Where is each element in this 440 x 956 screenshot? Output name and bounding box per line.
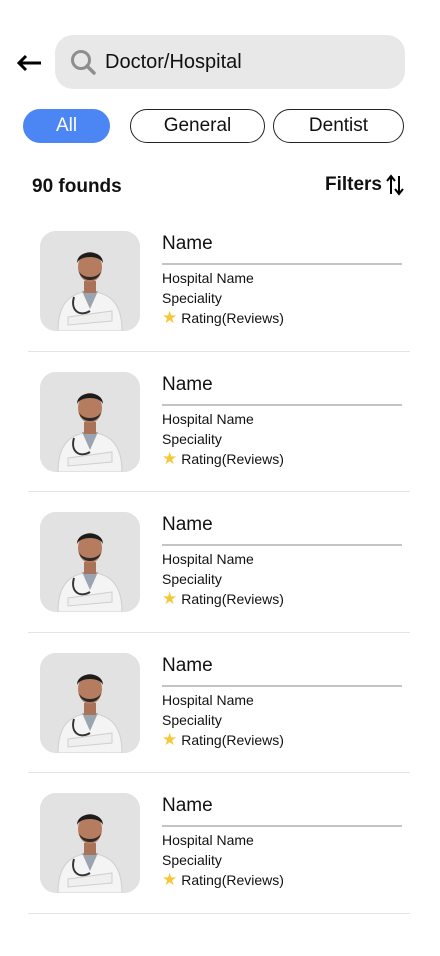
filters-label: Filters [324, 174, 382, 195]
sort-arrows-icon [386, 174, 404, 196]
rating-text: Rating(Reviews) [181, 872, 284, 888]
star-icon: ★ [162, 308, 178, 327]
results-count: 90 founds [32, 176, 122, 197]
chip-general[interactable]: General [130, 109, 265, 143]
doctor-avatar [40, 371, 140, 472]
rating-text: Rating(Reviews) [181, 591, 284, 607]
rating: ★ Rating(Reviews) [162, 308, 402, 327]
rating-text: Rating(Reviews) [181, 731, 284, 748]
chip-all[interactable]: All [23, 109, 110, 143]
search-bar[interactable] [55, 35, 405, 89]
speciality: Speciality [162, 852, 222, 868]
filters-button[interactable]: Filters [325, 174, 404, 196]
doctor-list: Name Hospital Name Speciality ★ Rating(R… [0, 211, 440, 914]
doctor-avatar [40, 231, 140, 331]
doctor-card[interactable]: Name Hospital Name Speciality ★ Rating(R… [28, 633, 410, 773]
doctor-avatar [40, 793, 140, 893]
chip-dentist[interactable]: Dentist [273, 109, 404, 143]
hospital-name: Hospital Name [162, 551, 254, 567]
rating: ★ Rating(Reviews) [162, 589, 402, 608]
doctor-name: Name [162, 374, 402, 406]
doctor-name: Name [162, 795, 402, 827]
star-icon: ★ [162, 729, 178, 749]
hospital-name: Hospital Name [162, 832, 254, 848]
doctor-card[interactable]: Name Hospital Name Speciality ★ Rating(R… [28, 211, 410, 352]
doctor-card[interactable]: Name Hospital Name Speciality ★ Rating(R… [28, 352, 410, 492]
speciality: Speciality [162, 711, 222, 728]
doctor-name: Name [162, 233, 402, 265]
star-icon: ★ [162, 589, 178, 608]
star-icon: ★ [162, 448, 178, 468]
speciality: Speciality [162, 430, 222, 447]
rating: ★ Rating(Reviews) [162, 870, 402, 889]
hospital-name: Hospital Name [162, 270, 254, 286]
hospital-name: Hospital Name [162, 410, 254, 427]
doctor-name: Name [162, 655, 402, 687]
rating-text: Rating(Reviews) [181, 310, 284, 326]
speciality: Speciality [162, 290, 222, 306]
back-button[interactable] [14, 50, 44, 76]
rating: ★ Rating(Reviews) [162, 448, 402, 468]
doctor-avatar [40, 652, 140, 753]
rating-text: Rating(Reviews) [181, 450, 284, 467]
doctor-card[interactable]: Name Hospital Name Speciality ★ Rating(R… [28, 773, 410, 914]
doctor-avatar [40, 512, 140, 612]
search-icon [71, 50, 96, 75]
rating: ★ Rating(Reviews) [162, 729, 402, 749]
doctor-search-screen: All General Dentist 90 founds Filters [0, 0, 440, 956]
doctor-card[interactable]: Name Hospital Name Speciality ★ Rating(R… [28, 492, 410, 633]
search-input[interactable] [105, 45, 395, 79]
doctor-name: Name [162, 514, 402, 546]
speciality: Speciality [162, 571, 222, 587]
hospital-name: Hospital Name [162, 691, 254, 708]
star-icon: ★ [162, 870, 178, 889]
arrow-left-icon [16, 54, 41, 72]
